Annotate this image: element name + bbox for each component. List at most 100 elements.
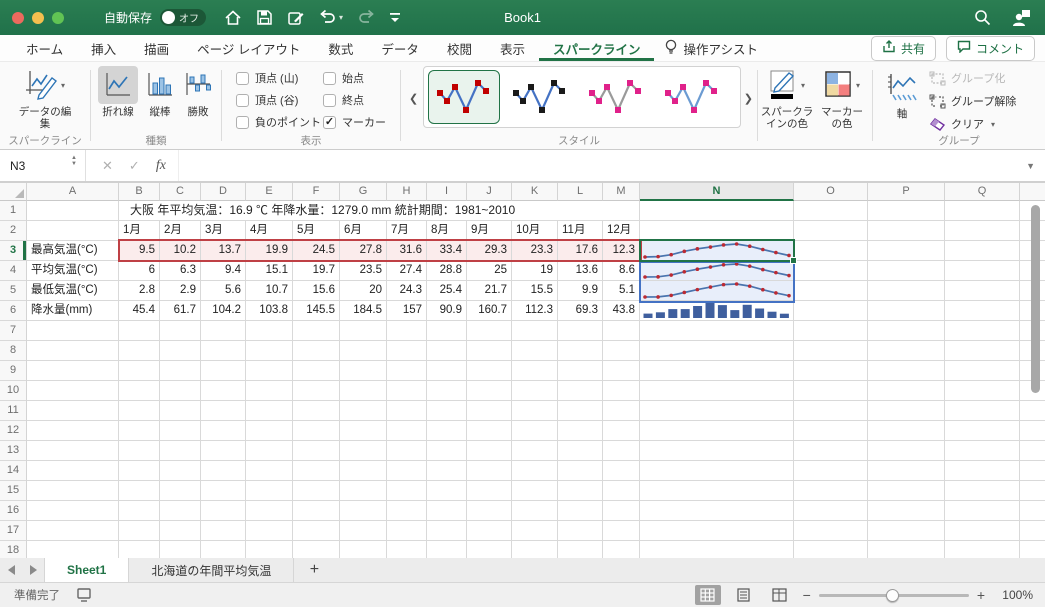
home-icon[interactable] <box>224 9 242 27</box>
cell[interactable] <box>603 441 640 461</box>
column-header-K[interactable]: K <box>512 183 558 201</box>
cell-value[interactable]: 9.5 <box>119 241 160 261</box>
cell-value[interactable]: 43.8 <box>603 301 640 321</box>
cell[interactable] <box>201 321 246 341</box>
cell-value[interactable]: 12.3 <box>603 241 640 261</box>
column-header-M[interactable]: M <box>603 183 640 201</box>
cell[interactable] <box>558 501 603 521</box>
cell[interactable] <box>603 461 640 481</box>
cell[interactable] <box>512 381 558 401</box>
cell[interactable] <box>160 381 201 401</box>
expand-formula-bar-icon[interactable]: ▼ <box>1026 161 1035 171</box>
cell-month-9月[interactable]: 9月 <box>467 221 512 241</box>
cell[interactable] <box>119 321 160 341</box>
cell[interactable] <box>945 421 1020 441</box>
cell[interactable] <box>512 541 558 558</box>
cell[interactable] <box>119 361 160 381</box>
cell[interactable] <box>603 501 640 521</box>
cell[interactable] <box>603 361 640 381</box>
cell-value[interactable]: 25 <box>467 261 512 281</box>
redo-button[interactable] <box>357 9 375 26</box>
vertical-scrollbar[interactable] <box>1031 205 1040 393</box>
cell[interactable] <box>945 521 1020 541</box>
cell[interactable] <box>467 381 512 401</box>
cell-value[interactable]: 20 <box>340 281 387 301</box>
cell[interactable] <box>794 481 868 501</box>
cell[interactable] <box>640 501 794 521</box>
cell[interactable] <box>640 321 794 341</box>
cell[interactable] <box>340 421 387 441</box>
cell-month-4月[interactable]: 4月 <box>246 221 293 241</box>
cell[interactable] <box>794 361 868 381</box>
cell[interactable] <box>558 461 603 481</box>
cell[interactable] <box>387 501 427 521</box>
cell-month-10月[interactable]: 10月 <box>512 221 558 241</box>
cell-Q5[interactable] <box>945 281 1020 301</box>
cell[interactable] <box>340 401 387 421</box>
share-button[interactable]: 共有 <box>870 35 936 61</box>
cell[interactable] <box>387 361 427 381</box>
cell-value[interactable]: 21.7 <box>467 281 512 301</box>
cell-row-label[interactable]: 最高気温(°C) <box>27 241 119 261</box>
cell[interactable] <box>467 481 512 501</box>
row-header-4[interactable]: 4 <box>0 261 27 281</box>
cell[interactable] <box>945 541 1020 558</box>
cell[interactable] <box>246 441 293 461</box>
sheet-tab-sheet1[interactable]: Sheet1 <box>44 558 130 582</box>
cell[interactable] <box>387 481 427 501</box>
cell[interactable] <box>160 501 201 521</box>
cell[interactable] <box>160 341 201 361</box>
cell-month-7月[interactable]: 7月 <box>387 221 427 241</box>
formula-input[interactable] <box>177 150 1026 181</box>
cell[interactable] <box>246 401 293 421</box>
column-header-L[interactable]: L <box>558 183 603 201</box>
cell[interactable] <box>340 381 387 401</box>
checkbox-high-point[interactable]: 頂点 (山) <box>236 70 298 86</box>
column-header-E[interactable]: E <box>246 183 293 201</box>
cell[interactable] <box>201 501 246 521</box>
cell-value[interactable]: 2.9 <box>160 281 201 301</box>
cell-P3[interactable] <box>868 241 945 261</box>
column-sparkline-button[interactable]: 縦棒 <box>141 66 179 118</box>
cell-value[interactable]: 23.3 <box>512 241 558 261</box>
group-button[interactable]: グループ化 <box>929 70 1005 86</box>
page-layout-view-button[interactable] <box>731 585 757 605</box>
row-header-2[interactable]: 2 <box>0 221 27 241</box>
cell[interactable] <box>387 401 427 421</box>
cell[interactable] <box>512 401 558 421</box>
cell[interactable] <box>119 481 160 501</box>
cell[interactable] <box>119 421 160 441</box>
sparkline-color-button[interactable]: ▾ スパークラインの色 <box>760 66 814 130</box>
cell[interactable] <box>246 521 293 541</box>
cell[interactable] <box>794 541 868 558</box>
cell[interactable] <box>512 361 558 381</box>
cell[interactable] <box>467 361 512 381</box>
cell-N1[interactable] <box>640 201 794 221</box>
cell[interactable] <box>640 381 794 401</box>
cell[interactable] <box>119 541 160 558</box>
cell[interactable] <box>945 401 1020 421</box>
checkbox-last-point[interactable]: 終点 <box>323 92 364 108</box>
cell-value[interactable]: 90.9 <box>427 301 467 321</box>
cell[interactable] <box>603 421 640 441</box>
cell[interactable] <box>246 541 293 558</box>
line-sparkline-button[interactable]: 折れ線 <box>96 66 140 118</box>
cell[interactable] <box>246 501 293 521</box>
cell[interactable] <box>427 321 467 341</box>
cell-N6-sparkline[interactable] <box>640 301 794 321</box>
cell[interactable] <box>558 361 603 381</box>
cell[interactable] <box>340 441 387 461</box>
cell[interactable] <box>160 481 201 501</box>
tab-描画[interactable]: 描画 <box>130 35 183 61</box>
cell[interactable] <box>340 361 387 381</box>
cell-value[interactable]: 145.5 <box>293 301 340 321</box>
cell-value[interactable]: 23.5 <box>340 261 387 281</box>
marker-color-button[interactable]: ▾ マーカーの色 <box>816 66 868 130</box>
cell-value[interactable]: 184.5 <box>340 301 387 321</box>
cell[interactable] <box>558 441 603 461</box>
edit-data-button[interactable]: ▾ データの編集 <box>14 66 76 130</box>
cell[interactable] <box>201 461 246 481</box>
cell[interactable] <box>640 481 794 501</box>
cell[interactable] <box>794 521 868 541</box>
cell[interactable] <box>603 521 640 541</box>
